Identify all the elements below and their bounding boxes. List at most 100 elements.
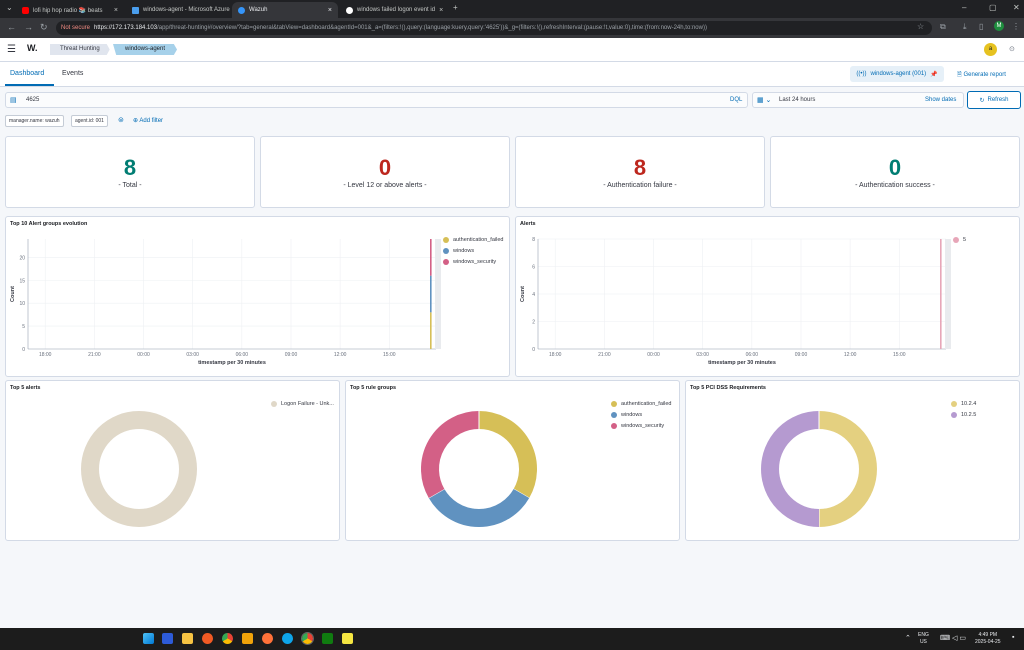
windows-taskbar: ⌃ ENG US ⌨ ◁ ▭ 4:49 PM 2025-04-25 ▪ — [0, 628, 1024, 650]
clock[interactable]: 4:49 PM 2025-04-25 — [975, 632, 1001, 646]
user-avatar[interactable]: a — [984, 43, 997, 56]
help-icon[interactable]: ⊙ — [1009, 45, 1015, 53]
stat-value[interactable]: 8 — [6, 155, 254, 181]
sticky-notes-icon[interactable] — [342, 633, 353, 644]
pin-icon[interactable]: 📌 — [930, 71, 937, 78]
agent-selector-button[interactable]: ((•)) windows-agent (001) 📌 — [850, 66, 944, 82]
donut-slice-windows-security — [421, 411, 480, 498]
stat-label: - Authentication success - — [855, 182, 935, 189]
task-view-icon[interactable] — [162, 633, 173, 644]
filter-options-icon[interactable]: ⊜ — [118, 116, 124, 124]
tab-events[interactable]: Events — [62, 70, 83, 77]
legend-item[interactable]: windows — [443, 248, 503, 254]
wifi-signal-icon: ((•)) — [856, 71, 867, 77]
bar-windows-security — [430, 239, 432, 276]
stat-value[interactable]: 8 — [516, 155, 764, 181]
legend-item[interactable]: Logon Failure - Unk... — [271, 401, 334, 407]
maximize-icon[interactable]: ▢ — [989, 3, 997, 12]
notification-icon[interactable]: ▪ — [1012, 634, 1014, 641]
start-icon[interactable] — [143, 633, 154, 644]
forward-icon[interactable]: → — [24, 22, 33, 32]
legend-item[interactable]: windows_security — [443, 259, 503, 265]
active-tab-indicator — [5, 84, 54, 86]
browser-tab-google[interactable]: windows failed logon event id × — [340, 2, 448, 18]
alerts-chart: 0 2 4 6 8 18:00 21:00 00:00 03:00 06:00 09:00 12:00… — [520, 237, 951, 366]
sidebar-icon[interactable]: ▯ — [979, 22, 983, 31]
extensions-icon[interactable]: ⧉ — [940, 22, 946, 32]
calendar-icon[interactable]: ▦ ⌄ — [757, 96, 771, 104]
stat-value[interactable]: 0 — [771, 155, 1019, 181]
time-range-label[interactable]: Last 24 hours — [779, 97, 815, 103]
wazuh-app: ☰ W. Threat Hunting windows-agent a ⊙ Da… — [0, 38, 1024, 628]
legend-item[interactable]: authentication_failed — [611, 401, 671, 407]
stat-value[interactable]: 0 — [261, 155, 509, 181]
url-bar[interactable]: Not secure https://172.173.184.103 /app/… — [56, 21, 932, 35]
y-tick-label: 2 — [532, 320, 535, 326]
menu-icon[interactable]: ☰ — [7, 44, 16, 55]
query-input[interactable]: 4625 — [26, 97, 39, 103]
reload-icon[interactable]: ↻ — [40, 22, 48, 33]
breadcrumb-agent[interactable]: windows-agent — [113, 44, 178, 55]
url-host: https://172.173.184.103 — [94, 25, 158, 31]
close-icon[interactable]: × — [328, 7, 332, 14]
app-icon[interactable] — [322, 633, 333, 644]
profile-avatar[interactable]: M — [994, 21, 1004, 31]
y-axis-label: Count — [520, 286, 526, 302]
wazuh-logo[interactable]: W. — [27, 43, 38, 53]
filter-pill-agent[interactable]: agent.id: 001 — [71, 115, 108, 127]
legend-dot — [953, 237, 959, 243]
bookmark-star-icon[interactable]: ☆ — [917, 22, 924, 31]
close-icon[interactable]: × — [439, 7, 443, 14]
tab-dashboard[interactable]: Dashboard — [10, 70, 44, 77]
network-volume-battery-icons[interactable]: ⌨ ◁ ▭ — [940, 635, 966, 642]
store-icon[interactable] — [242, 633, 253, 644]
back-icon[interactable]: ← — [7, 22, 16, 32]
plus-circle-icon: ⊕ — [133, 118, 139, 124]
saved-query-icon[interactable]: ▤ — [10, 96, 17, 104]
filter-pill-manager[interactable]: manager.name: wazuh — [5, 115, 64, 127]
chrome-icon[interactable] — [222, 633, 233, 644]
firefox-icon[interactable] — [262, 633, 273, 644]
chrome-active-icon[interactable] — [301, 632, 314, 645]
new-tab-icon[interactable]: + — [453, 3, 458, 12]
brave-icon[interactable] — [202, 633, 213, 644]
browser-tab-wazuh[interactable]: Wazuh × — [232, 2, 338, 18]
tray-chevron-icon[interactable]: ⌃ — [905, 635, 911, 642]
file-explorer-icon[interactable] — [182, 633, 193, 644]
show-dates-link[interactable]: Show dates — [925, 97, 956, 103]
panel-top5-rule-groups: Top 5 rule groups authentication_failed … — [345, 380, 680, 541]
browser-tab-azure[interactable]: windows-agent - Microsoft Azure × — [126, 2, 230, 18]
close-icon[interactable]: × — [114, 7, 118, 14]
query-bar[interactable]: ▤ 4625 DQL — [5, 92, 748, 108]
breadcrumb-threat-hunting[interactable]: Threat Hunting — [50, 44, 110, 55]
panel-top5-pci: Top 5 PCI DSS Requirements 10.2.4 10.2.5 — [685, 380, 1020, 541]
stat-card-auth-success: 0 - Authentication success - — [770, 136, 1020, 208]
x-axis-label: timestamp per 30 minutes — [708, 360, 776, 366]
browser-tab-lofi[interactable]: lofi hip hop radio 📚 beats × — [16, 2, 124, 18]
edge-icon[interactable] — [282, 633, 293, 644]
legend-item[interactable]: windows_security — [611, 423, 671, 429]
minimize-icon[interactable]: – — [962, 3, 966, 12]
not-secure-badge[interactable]: Not secure — [61, 25, 90, 31]
generate-report-button[interactable]: 🗎 Generate report — [957, 70, 1006, 80]
legend-item[interactable]: windows — [611, 412, 671, 418]
legend-item[interactable]: authentication_failed — [443, 237, 503, 243]
legend-dot — [271, 401, 277, 407]
legend-item[interactable]: 10.2.4 — [951, 401, 976, 407]
close-window-icon[interactable]: ✕ — [1013, 3, 1020, 12]
date-picker[interactable]: ▦ ⌄ Last 24 hours Show dates — [752, 92, 964, 108]
stat-label: - Total - — [118, 182, 142, 189]
refresh-button[interactable]: ↻ Refresh — [967, 91, 1021, 109]
panel-alerts: Alerts 0 2 4 6 8 18:00 21:00 00:00 03:00 06:00 09:… — [515, 216, 1020, 377]
panel-alert-groups-evolution: Top 10 Alert groups evolution 0 5 10 15 20 18… — [5, 216, 510, 377]
dql-toggle[interactable]: DQL — [730, 97, 742, 103]
language-indicator[interactable]: ENG US — [918, 632, 929, 646]
y-tick-label: 20 — [19, 255, 25, 261]
legend-item[interactable]: 10.2.5 — [951, 412, 976, 418]
add-filter-button[interactable]: ⊕ Add filter — [133, 117, 163, 124]
y-axis-label: Count — [10, 286, 16, 302]
menu-kebab-icon[interactable]: ⋮ — [1012, 22, 1020, 31]
tab-search-icon[interactable]: ⌄ — [6, 3, 13, 12]
legend-item[interactable]: 5 — [953, 237, 966, 243]
download-icon[interactable]: ⤓ — [963, 22, 967, 32]
